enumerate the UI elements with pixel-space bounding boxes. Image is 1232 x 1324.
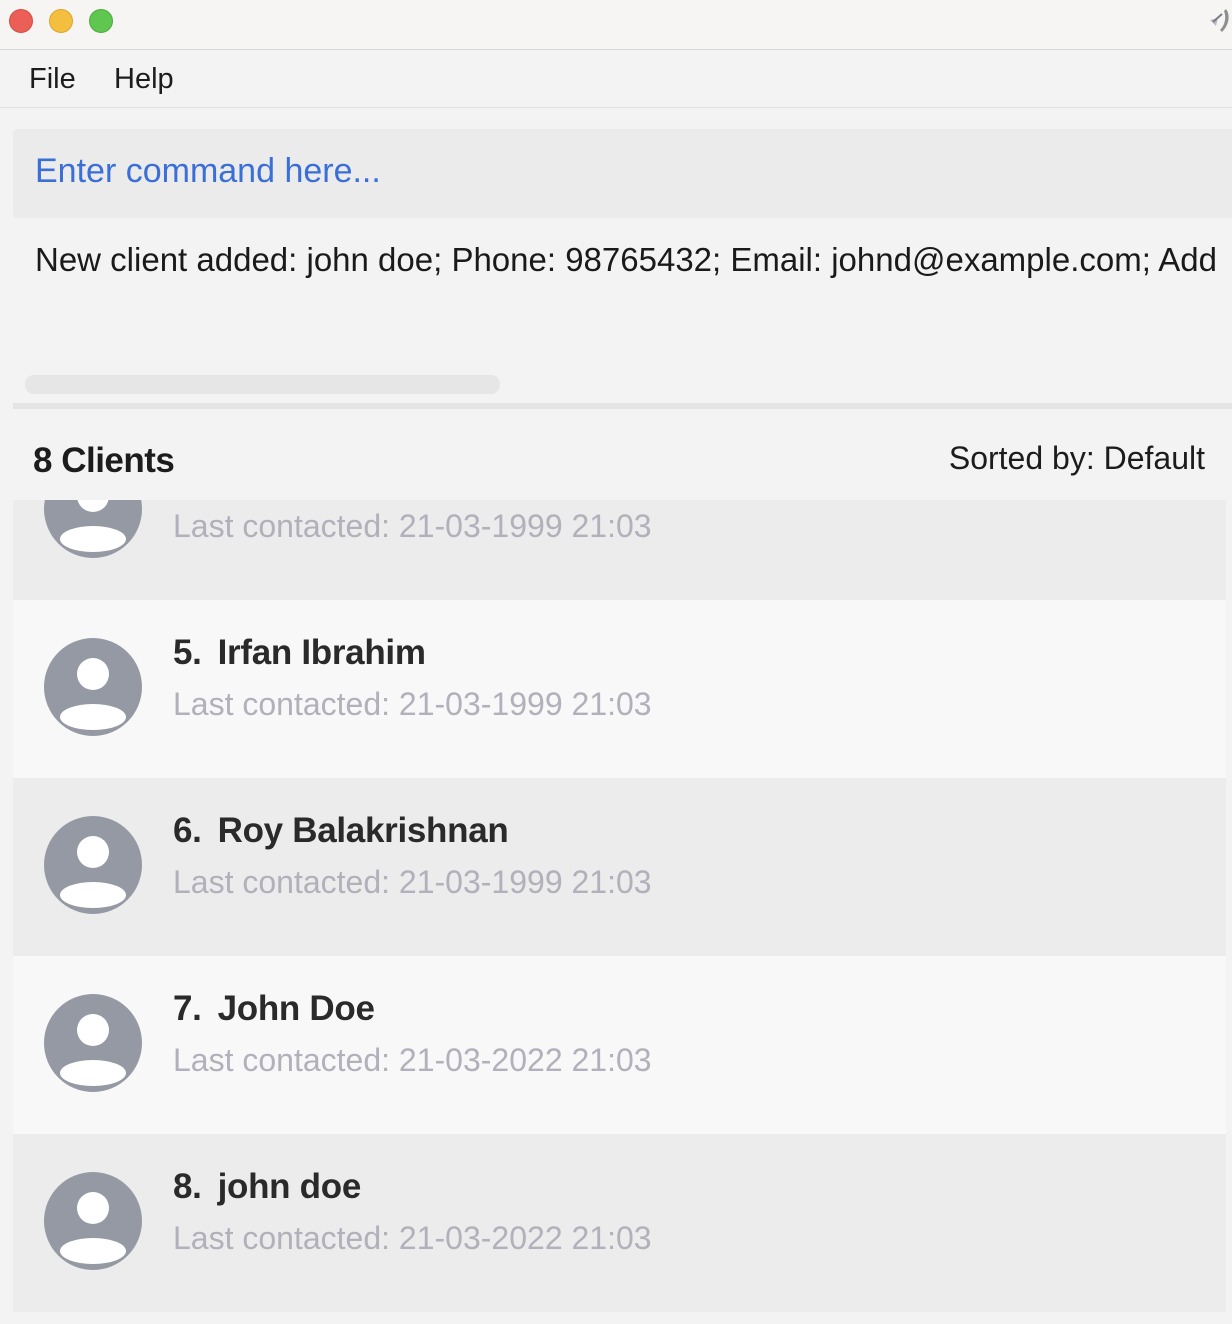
client-card[interactable]: 8. john doe Last contacted: 21-03-2022 21… — [13, 1134, 1226, 1312]
title-bar[interactable] — [0, 0, 1232, 50]
client-name: 7. John Doe — [173, 989, 375, 1029]
result-message: New client added: john doe; Phone: 98765… — [35, 241, 1217, 278]
app-icon — [1210, 9, 1229, 32]
client-last-contacted: Last contacted: 21-03-1999 21:03 — [173, 508, 652, 544]
client-last-contacted: Last contacted: 21-03-2022 21:03 — [173, 1220, 652, 1256]
client-index: 8. — [173, 1167, 202, 1206]
client-card[interactable]: 5. Irfan Ibrahim Last contacted: 21-03-19… — [13, 600, 1226, 778]
client-name-text: Roy Balakrishnan — [217, 811, 509, 850]
client-name-text: Irfan Ibrahim — [217, 633, 426, 672]
command-box — [13, 129, 1232, 218]
menu-help[interactable]: Help — [114, 63, 174, 96]
client-name: 6. Roy Balakrishnan — [173, 811, 509, 851]
client-index: 7. — [173, 989, 202, 1028]
client-name: 5. Irfan Ibrahim — [173, 633, 426, 673]
avatar-icon — [44, 638, 142, 736]
client-card[interactable]: 7. John Doe Last contacted: 21-03-2022 21… — [13, 956, 1226, 1134]
avatar-icon — [44, 500, 142, 558]
avatar-icon — [44, 1172, 142, 1270]
client-list[interactable]: Last contacted: 21-03-1999 21:03 5. Irfan… — [13, 500, 1226, 1313]
result-display: New client added: john doe; Phone: 98765… — [13, 225, 1232, 403]
command-input[interactable] — [13, 129, 1232, 218]
window-close-button[interactable] — [9, 9, 33, 33]
client-index: 5. — [173, 633, 202, 672]
result-horizontal-scrollbar[interactable] — [25, 375, 500, 394]
menu-file[interactable]: File — [29, 63, 76, 96]
client-card[interactable]: 6. Roy Balakrishnan Last contacted: 21-03… — [13, 778, 1226, 956]
list-bottom-padding — [13, 1313, 1226, 1324]
client-index: 6. — [173, 811, 202, 850]
client-last-contacted: Last contacted: 21-03-2022 21:03 — [173, 1042, 652, 1078]
client-name-text: John Doe — [217, 989, 375, 1028]
app-window: File Help New client added: john doe; Ph… — [0, 0, 1232, 1324]
client-last-contacted: Last contacted: 21-03-1999 21:03 — [173, 686, 652, 722]
panel-divider[interactable] — [13, 403, 1232, 409]
avatar-icon — [44, 994, 142, 1092]
window-minimize-button[interactable] — [49, 9, 73, 33]
client-name: 8. john doe — [173, 1167, 361, 1207]
window-maximize-button[interactable] — [89, 9, 113, 33]
client-card[interactable]: Last contacted: 21-03-1999 21:03 — [13, 500, 1226, 600]
client-name-text: john doe — [217, 1167, 362, 1206]
menu-bar: File Help — [0, 50, 1232, 108]
client-count-title: 8 Clients — [33, 441, 175, 480]
client-last-contacted: Last contacted: 21-03-1999 21:03 — [173, 864, 652, 900]
avatar-icon — [44, 816, 142, 914]
sorted-by-label: Sorted by: Default — [948, 440, 1205, 476]
